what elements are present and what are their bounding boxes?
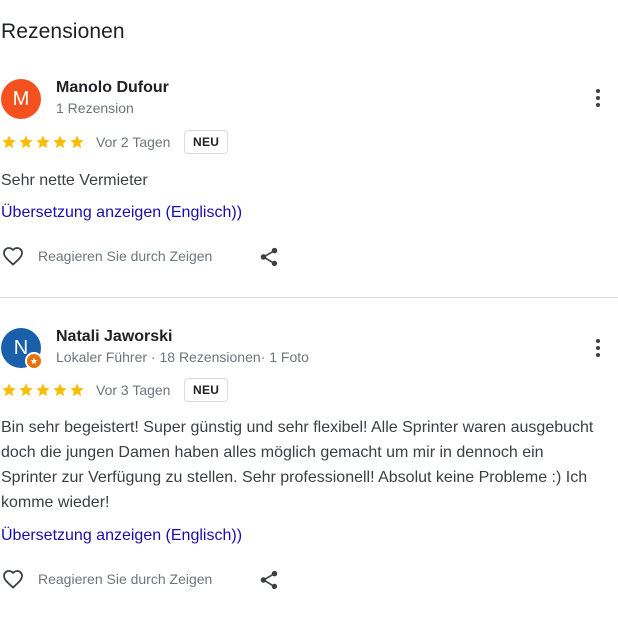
- avatar[interactable]: M: [1, 79, 41, 119]
- react-label: Reagieren Sie durch Zeigen: [38, 571, 213, 587]
- more-options-button[interactable]: [586, 84, 610, 112]
- heart-outline-icon: [3, 247, 23, 266]
- share-icon[interactable]: [258, 569, 280, 591]
- star-rating: [1, 134, 85, 150]
- avatar-letter: M: [12, 87, 30, 110]
- review-date: Vor 3 Tagen: [96, 382, 171, 398]
- reviewer-meta: Lokaler Führer · 18 Rezensionen· 1 Foto: [56, 349, 309, 365]
- reviewer-name[interactable]: Natali Jaworski: [56, 328, 173, 346]
- more-options-button[interactable]: [586, 334, 610, 362]
- star-icon: [36, 135, 50, 149]
- review-text: Bin sehr begeistert! Super günstig und s…: [1, 419, 594, 511]
- star-icon: [19, 135, 33, 149]
- review-divider: [0, 297, 618, 298]
- review-date: Vor 2 Tagen: [96, 134, 171, 150]
- star-icon: [70, 383, 84, 397]
- section-title: Rezensionen: [1, 20, 125, 43]
- local-guide-icon: [25, 352, 43, 370]
- star-icon: [2, 383, 16, 397]
- reviewer-name[interactable]: Manolo Dufour: [56, 79, 169, 97]
- more-vert-icon: [596, 89, 600, 93]
- react-button[interactable]: Reagieren Sie durch Zeigen: [0, 244, 212, 268]
- avatar[interactable]: N: [1, 328, 43, 370]
- show-translation-link[interactable]: Übersetzung anzeigen (Englisch)): [1, 204, 242, 222]
- react-label: Reagieren Sie durch Zeigen: [38, 248, 213, 264]
- star-icon: [19, 383, 33, 397]
- more-vert-icon: [596, 339, 600, 343]
- star-icon: [53, 383, 67, 397]
- react-button[interactable]: Reagieren Sie durch Zeigen: [0, 567, 212, 591]
- star-icon: [70, 135, 84, 149]
- show-translation-link[interactable]: Übersetzung anzeigen (Englisch)): [1, 527, 242, 545]
- star-rating: [1, 382, 85, 398]
- star-icon: [2, 135, 16, 149]
- star-icon: [53, 135, 67, 149]
- share-icon[interactable]: [258, 246, 280, 268]
- new-badge: NEU: [184, 378, 229, 402]
- star-icon: [36, 383, 50, 397]
- reviewer-meta: 1 Rezension: [56, 100, 134, 116]
- new-badge: NEU: [184, 130, 229, 154]
- review-text: Sehr nette Vermieter: [1, 172, 148, 189]
- heart-outline-icon: [3, 570, 23, 589]
